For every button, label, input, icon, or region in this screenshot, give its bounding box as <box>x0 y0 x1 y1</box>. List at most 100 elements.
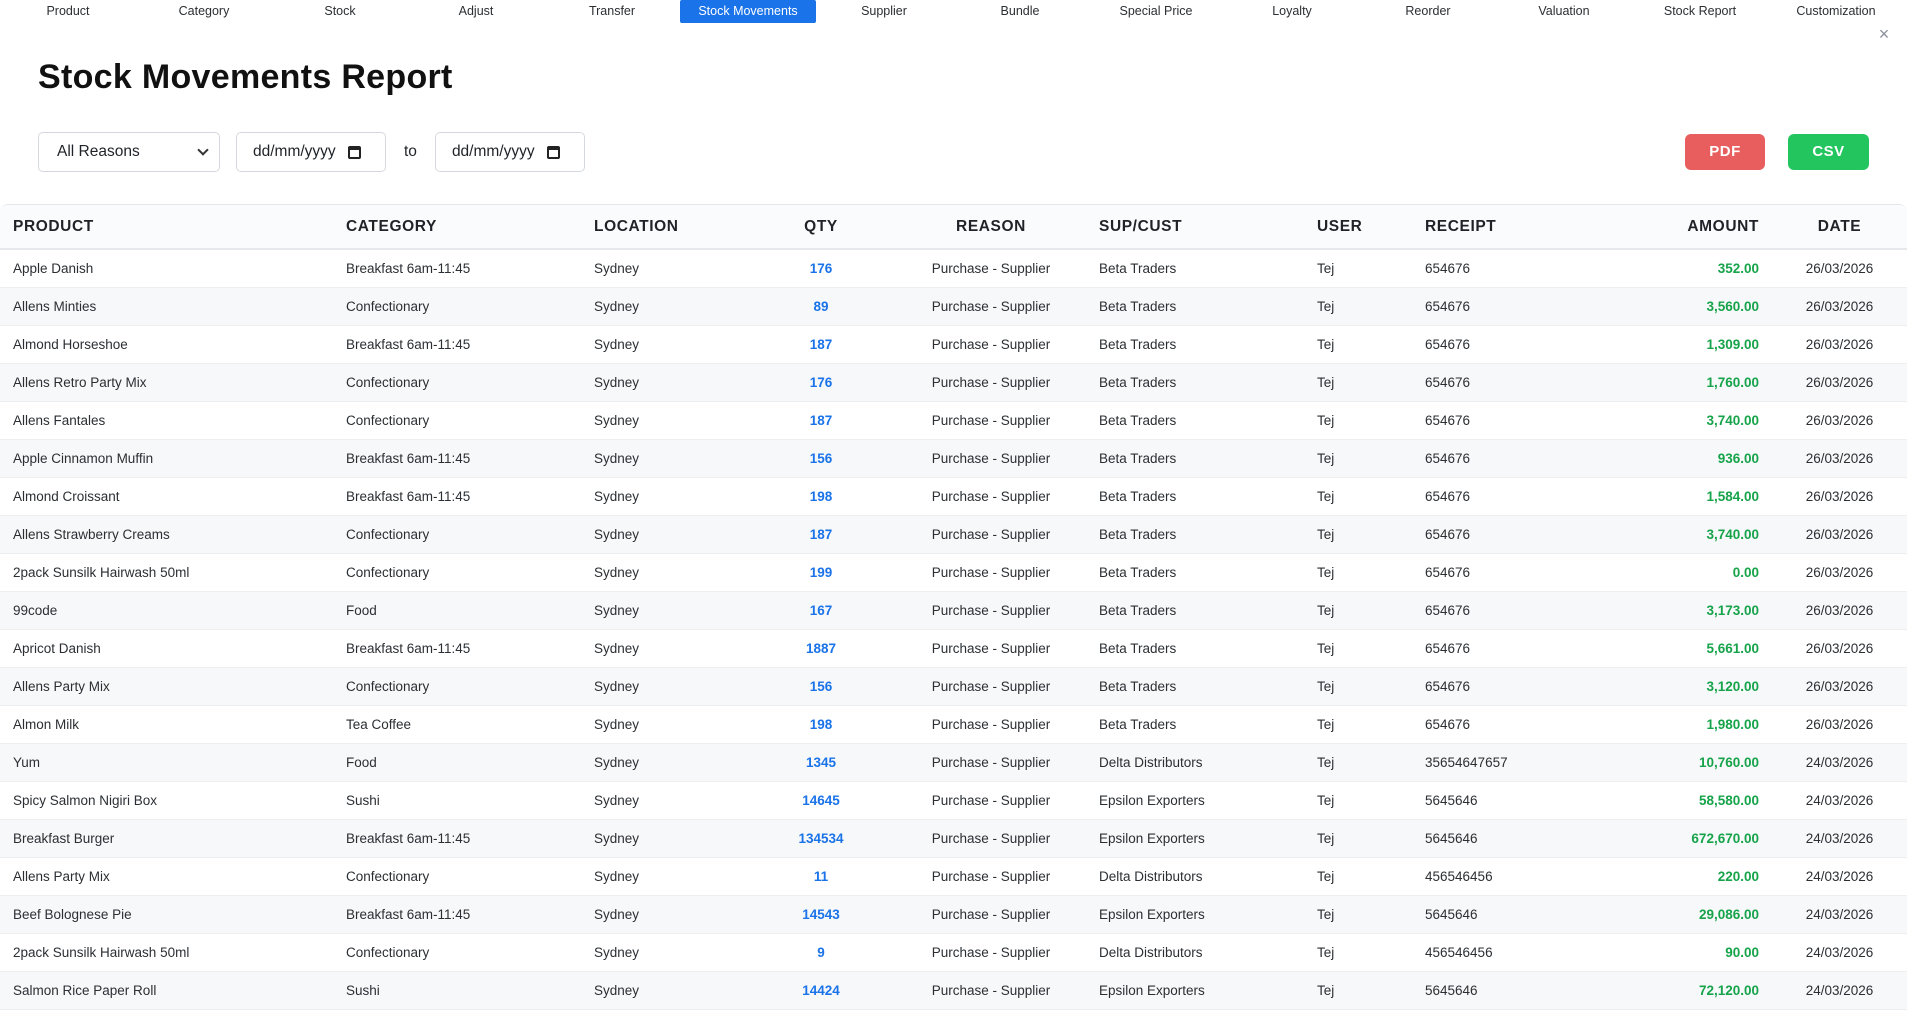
cell-qty: 156 <box>746 439 896 478</box>
cell-category: Confectionary <box>333 553 581 592</box>
header-qty[interactable]: QTY <box>746 205 896 250</box>
cell-receipt: 654676 <box>1412 515 1582 554</box>
to-date-input[interactable]: dd/mm/yyyy <box>434 132 585 172</box>
tab-transfer[interactable]: Transfer <box>544 0 680 23</box>
cell-qty: 14645 <box>746 781 896 820</box>
cell-product: Apple Danish <box>0 249 333 288</box>
cell-amount: 1,980.00 <box>1582 705 1772 744</box>
cell-amount: 3,120.00 <box>1582 667 1772 706</box>
cell-user: Tej <box>1304 477 1412 516</box>
cell-product: Allens Minties <box>0 287 333 326</box>
table-row[interactable]: Allens Party Mix Confectionary Sydney 11 Pur… <box>0 857 1907 896</box>
tab-stock[interactable]: Stock <box>272 0 408 23</box>
cell-receipt: 654676 <box>1412 363 1582 402</box>
cell-reason: Purchase - Supplier <box>896 515 1086 554</box>
calendar-icon[interactable] <box>347 145 361 159</box>
table-row[interactable]: Breakfast Burger Breakfast 6am-11:45 Sydne… <box>0 819 1907 858</box>
table-row[interactable]: Apple Cinnamon Muffin Breakfast 6am-11:45… <box>0 439 1907 478</box>
table-row[interactable]: Allens Fantales Confectionary Sydney 187 Pur… <box>0 401 1907 440</box>
table-row[interactable]: Allens Strawberry Creams Confectionary Syd… <box>0 515 1907 554</box>
cell-user: Tej <box>1304 287 1412 326</box>
tab-valuation[interactable]: Valuation <box>1496 0 1632 23</box>
table-row[interactable]: Spicy Salmon Nigiri Box Sushi Sydney 14645 P… <box>0 781 1907 820</box>
header-sup-cust[interactable]: SUP/CUST <box>1086 205 1304 250</box>
header-user[interactable]: USER <box>1304 205 1412 250</box>
tab-stock-report[interactable]: Stock Report <box>1632 0 1768 23</box>
header-amount[interactable]: AMOUNT <box>1582 205 1772 250</box>
from-date-input[interactable]: dd/mm/yyyy <box>236 132 386 172</box>
cell-date: 24/03/2026 <box>1772 933 1907 972</box>
cell-receipt: 5645646 <box>1412 819 1582 858</box>
table-row[interactable]: Almond Horseshoe Breakfast 6am-11:45 Sydne… <box>0 325 1907 364</box>
cell-date: 26/03/2026 <box>1772 705 1907 744</box>
cell-receipt: 654676 <box>1412 591 1582 630</box>
cell-date: 24/03/2026 <box>1772 857 1907 896</box>
calendar-icon[interactable] <box>546 145 560 159</box>
filter-bar: All Reasons dd/mm/yyyy to dd/mm/yyyy <box>38 132 585 172</box>
cell-date: 26/03/2026 <box>1772 363 1907 402</box>
cell-category: Food <box>333 743 581 782</box>
header-reason[interactable]: REASON <box>896 205 1086 250</box>
tab-category[interactable]: Category <box>136 0 272 23</box>
page-title: Stock Movements Report <box>38 58 453 96</box>
cell-amount: 1,760.00 <box>1582 363 1772 402</box>
cell-user: Tej <box>1304 781 1412 820</box>
tab-bundle[interactable]: Bundle <box>952 0 1088 23</box>
table-row[interactable]: Allens Retro Party Mix Confectionary Sydne… <box>0 363 1907 402</box>
csv-export-button[interactable]: CSV <box>1788 134 1869 170</box>
table-row[interactable]: Allens Party Mix Confectionary Sydney 156 Pu… <box>0 667 1907 706</box>
table-row[interactable]: Almon Milk Tea Coffee Sydney 198 Purchase - … <box>0 705 1907 744</box>
cell-location: Sydney <box>581 439 746 478</box>
cell-sup-cust: Delta Distributors <box>1086 933 1304 972</box>
reason-select[interactable]: All Reasons <box>38 132 220 172</box>
cell-amount: 3,740.00 <box>1582 515 1772 554</box>
cell-date: 24/03/2026 <box>1772 895 1907 934</box>
table-row[interactable]: 2pack Sunsilk Hairwash 50ml Confectionary… <box>0 933 1907 972</box>
close-icon[interactable]: × <box>1874 24 1894 44</box>
header-category[interactable]: CATEGORY <box>333 205 581 250</box>
tab-product[interactable]: Product <box>0 0 136 23</box>
header-location[interactable]: LOCATION <box>581 205 746 250</box>
cell-product: Spicy Salmon Nigiri Box <box>0 781 333 820</box>
table-row[interactable]: Apricot Danish Breakfast 6am-11:45 Sydney 1… <box>0 629 1907 668</box>
pdf-export-button[interactable]: PDF <box>1685 134 1765 170</box>
cell-location: Sydney <box>581 781 746 820</box>
header-date[interactable]: DATE <box>1772 205 1907 250</box>
tab-adjust[interactable]: Adjust <box>408 0 544 23</box>
cell-sup-cust: Delta Distributors <box>1086 743 1304 782</box>
cell-reason: Purchase - Supplier <box>896 781 1086 820</box>
tab-supplier[interactable]: Supplier <box>816 0 952 23</box>
cell-date: 24/03/2026 <box>1772 781 1907 820</box>
table-row[interactable]: Apple Danish Breakfast 6am-11:45 Sydney 176… <box>0 249 1907 288</box>
cell-date: 26/03/2026 <box>1772 477 1907 516</box>
tab-reorder[interactable]: Reorder <box>1360 0 1496 23</box>
tab-stock-movements[interactable]: Stock Movements <box>680 0 816 23</box>
cell-sup-cust: Epsilon Exporters <box>1086 781 1304 820</box>
cell-receipt: 654676 <box>1412 553 1582 592</box>
table-row[interactable]: Almond Croissant Breakfast 6am-11:45 Sydne… <box>0 477 1907 516</box>
cell-location: Sydney <box>581 591 746 630</box>
table-row[interactable]: Yum Food Sydney 1345 Purchase - Supplier Delt… <box>0 743 1907 782</box>
table-row[interactable]: 99code Food Sydney 167 Purchase - Supplier Be… <box>0 591 1907 630</box>
cell-qty: 167 <box>746 591 896 630</box>
cell-sup-cust: Epsilon Exporters <box>1086 895 1304 934</box>
table-row[interactable]: Salmon Rice Paper Roll Sushi Sydney 14424 Pu… <box>0 971 1907 1010</box>
cell-user: Tej <box>1304 857 1412 896</box>
cell-user: Tej <box>1304 249 1412 288</box>
header-receipt[interactable]: RECEIPT <box>1412 205 1582 250</box>
cell-user: Tej <box>1304 363 1412 402</box>
cell-date: 26/03/2026 <box>1772 325 1907 364</box>
header-product[interactable]: PRODUCT <box>0 205 333 250</box>
tab-customization[interactable]: Customization <box>1768 0 1904 23</box>
cell-date: 26/03/2026 <box>1772 629 1907 668</box>
table-row[interactable]: Allens Minties Confectionary Sydney 89 Purch… <box>0 287 1907 326</box>
table-row[interactable]: 2pack Sunsilk Hairwash 50ml Confectionary… <box>0 553 1907 592</box>
tab-loyalty[interactable]: Loyalty <box>1224 0 1360 23</box>
table-row[interactable]: Beef Bolognese Pie Breakfast 6am-11:45 Syd… <box>0 895 1907 934</box>
cell-qty: 11 <box>746 857 896 896</box>
cell-location: Sydney <box>581 743 746 782</box>
cell-user: Tej <box>1304 933 1412 972</box>
cell-sup-cust: Delta Distributors <box>1086 857 1304 896</box>
chevron-down-icon <box>197 144 209 156</box>
tab-special-price[interactable]: Special Price <box>1088 0 1224 23</box>
